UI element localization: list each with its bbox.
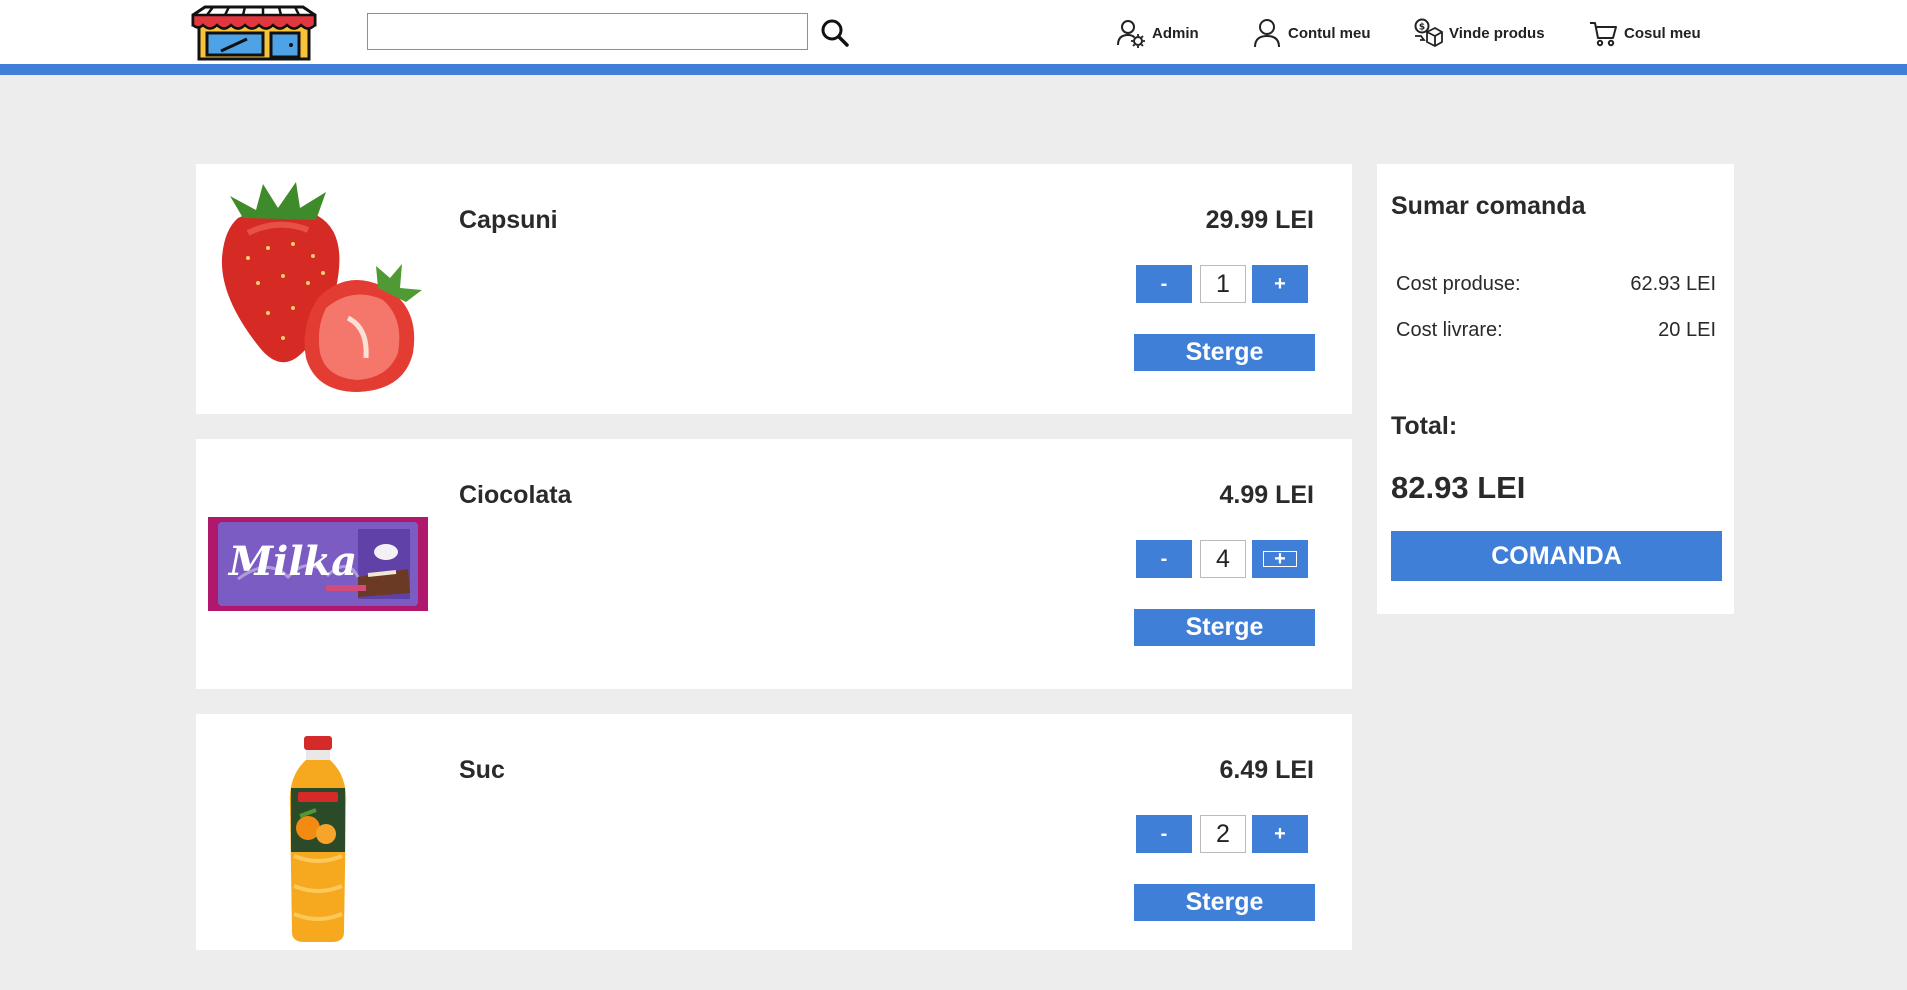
nav-sell-product-label: Vinde produs <box>1449 24 1545 42</box>
milka-chocolate-image: Milka <box>208 517 428 611</box>
nav-my-cart[interactable]: Cosul meu <box>1588 16 1701 50</box>
total-label: Total: <box>1391 412 1458 440</box>
increase-quantity-button[interactable]: + <box>1252 265 1308 303</box>
product-price: 4.99 LEI <box>1219 481 1315 509</box>
nav-my-cart-label: Cosul meu <box>1624 24 1701 42</box>
decrease-quantity-button[interactable]: - <box>1136 815 1192 853</box>
product-price: 6.49 LEI <box>1219 756 1315 784</box>
nav-admin-label: Admin <box>1152 24 1199 42</box>
orange-juice-bottle-image <box>289 736 347 942</box>
quantity-value: 4 <box>1200 540 1246 578</box>
order-summary-panel: Sumar comanda Cost produse: 62.93 LEI Co… <box>1377 164 1734 614</box>
nav-sell-product[interactable]: $ Vinde produs <box>1413 16 1545 50</box>
remove-item-button[interactable]: Sterge <box>1134 884 1315 921</box>
product-name: Ciocolata <box>459 481 572 509</box>
remove-item-button[interactable]: Sterge <box>1134 334 1315 371</box>
cart-item: Milka Ciocolata 4.99 LEI - 4 + Sterge <box>196 439 1352 689</box>
product-name: Suc <box>459 756 505 784</box>
nav-my-account[interactable]: Contul meu <box>1252 16 1371 50</box>
cart-icon <box>1590 22 1617 47</box>
search-icon[interactable] <box>820 18 850 48</box>
delivery-cost-value: 20 LEI <box>1658 319 1716 341</box>
increase-quantity-button[interactable]: + <box>1252 815 1308 853</box>
milka-logo-text: Milka <box>227 538 357 585</box>
product-price: 29.99 LEI <box>1205 206 1314 234</box>
strawberries-image <box>221 182 422 392</box>
decrease-quantity-button[interactable]: - <box>1136 540 1192 578</box>
store-logo-icon[interactable] <box>191 5 318 61</box>
total-value: 82.93 LEI <box>1391 470 1526 505</box>
admin-user-gear-icon <box>1117 20 1145 48</box>
header-accent-bar <box>0 64 1907 75</box>
delivery-cost-label: Cost livrare: <box>1396 319 1503 341</box>
products-cost-value: 62.93 LEI <box>1630 273 1716 295</box>
quantity-value: 2 <box>1200 815 1246 853</box>
nav-my-account-label: Contul meu <box>1288 24 1371 42</box>
cart-item: Suc 6.49 LEI - 2 + Sterge <box>196 714 1352 950</box>
svg-text:$: $ <box>1419 23 1425 33</box>
user-icon <box>1254 19 1280 48</box>
top-navigation-bar: Admin Contul meu $ Vinde produs Cosul me… <box>0 0 1907 64</box>
cart-item: Capsuni 29.99 LEI - 1 + Sterge <box>196 164 1352 414</box>
products-cost-label: Cost produse: <box>1396 273 1521 295</box>
nav-admin[interactable]: Admin <box>1116 16 1199 50</box>
summary-title: Sumar comanda <box>1391 192 1586 220</box>
sell-money-box-icon: $ <box>1414 18 1443 48</box>
remove-item-button[interactable]: Sterge <box>1134 609 1315 646</box>
decrease-quantity-button[interactable]: - <box>1136 265 1192 303</box>
product-name: Capsuni <box>459 206 558 234</box>
place-order-button[interactable]: COMANDA <box>1391 531 1722 581</box>
search-input[interactable] <box>367 13 808 50</box>
increase-quantity-button[interactable]: + <box>1252 540 1308 578</box>
quantity-value: 1 <box>1200 265 1246 303</box>
